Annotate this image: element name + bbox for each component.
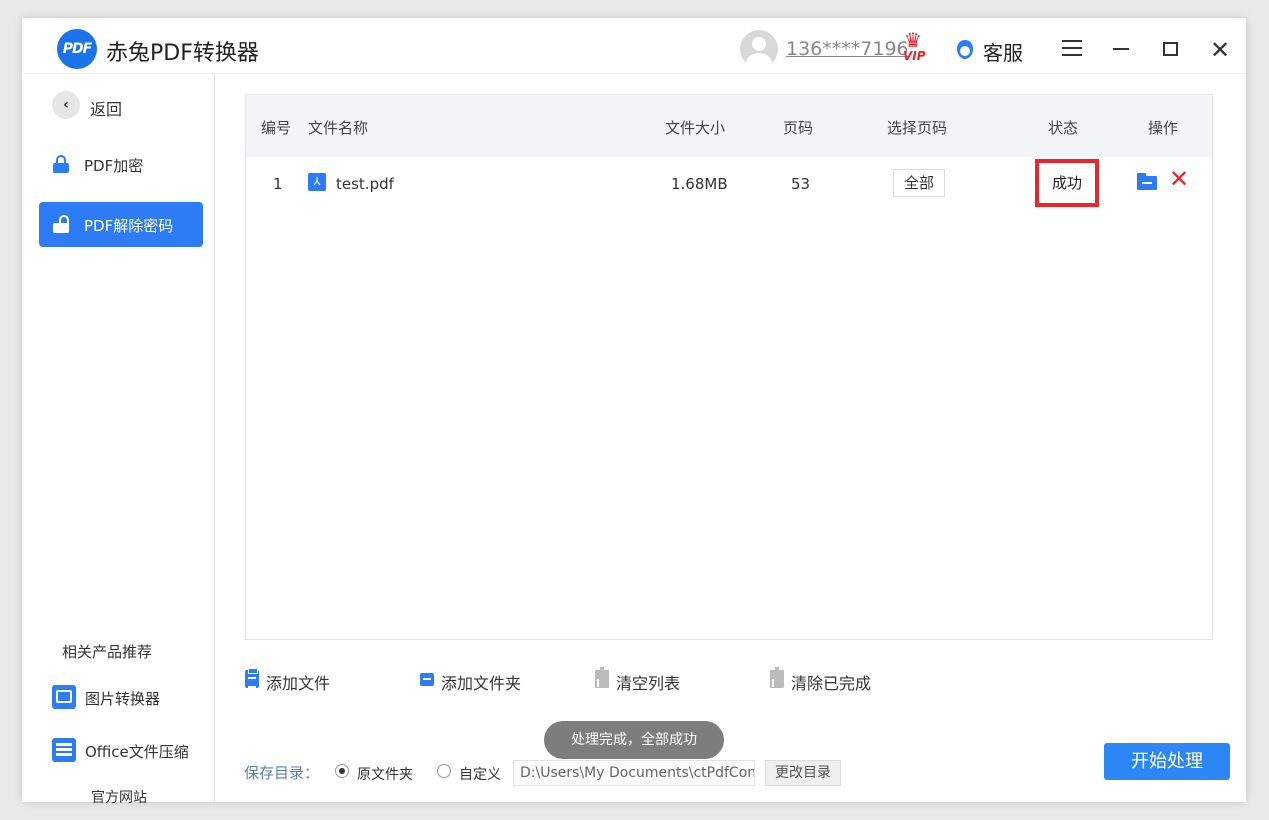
- change-directory-button[interactable]: 更改目录: [765, 760, 841, 786]
- user-account-link[interactable]: 136****7196: [786, 38, 909, 60]
- related-item-label: 图片转换器: [85, 690, 161, 708]
- office-compress-icon: [52, 738, 76, 762]
- maximize-icon[interactable]: [1163, 42, 1178, 56]
- sidebar-item-pdf-encrypt[interactable]: PDF加密: [39, 142, 203, 187]
- unlock-icon: [53, 215, 69, 233]
- customer-service-link[interactable]: 客服: [983, 37, 1023, 66]
- app-window: PDF 赤兔PDF转换器 136****7196 ♛ VIP 客服 ✕ ‹ 返回: [22, 18, 1246, 806]
- add-file-label: 添加文件: [266, 674, 331, 693]
- radio-original-folder[interactable]: [335, 764, 349, 778]
- broom-icon: [595, 667, 611, 688]
- status-badge: 成功: [1035, 159, 1099, 207]
- file-table: 编号 文件名称 文件大小 页码 选择页码 状态 操作 1 ⅄ test.pdf …: [245, 94, 1213, 640]
- page-range-select[interactable]: 全部: [893, 169, 945, 197]
- row-file-name: test.pdf: [336, 175, 394, 193]
- column-header-pages: 页码: [783, 119, 814, 137]
- radio-original-folder-label[interactable]: 原文件夹: [357, 764, 413, 784]
- column-header-name: 文件名称: [308, 119, 369, 137]
- clipboard-icon: [245, 668, 259, 688]
- sidebar-item-label: PDF加密: [84, 157, 144, 175]
- app-logo: PDF: [57, 29, 97, 69]
- sidebar-item-pdf-remove-password[interactable]: PDF解除密码: [39, 202, 203, 247]
- radio-custom-folder-label[interactable]: 自定义: [459, 764, 501, 784]
- clear-list-label: 清空列表: [616, 674, 681, 693]
- minimize-icon[interactable]: [1113, 48, 1129, 50]
- save-path-field[interactable]: D:\Users\My Documents\ctPdfCon: [513, 760, 755, 786]
- sidebar-item-label: PDF解除密码: [84, 217, 174, 235]
- menu-icon[interactable]: [1062, 40, 1082, 56]
- image-converter-icon: [52, 685, 76, 709]
- column-header-page-select: 选择页码: [887, 119, 948, 137]
- folder-icon: [420, 673, 434, 686]
- avatar[interactable]: [740, 30, 778, 68]
- add-folder-label: 添加文件夹: [441, 674, 522, 693]
- radio-custom-folder[interactable]: [437, 764, 451, 778]
- back-label: 返回: [90, 100, 123, 119]
- pdf-file-icon: ⅄: [308, 173, 326, 191]
- vip-crown-icon[interactable]: ♛ VIP: [902, 30, 934, 64]
- column-header-index: 编号: [261, 119, 292, 137]
- clear-completed-label: 清除已完成: [791, 674, 872, 693]
- back-button[interactable]: ‹ 返回: [52, 91, 162, 121]
- row-page-count: 53: [791, 175, 811, 193]
- sidebar: ‹ 返回 PDF加密 PDF解除密码 相关产品推荐 图片转换器 Office文件…: [22, 74, 215, 806]
- title-bar: PDF 赤兔PDF转换器 136****7196 ♛ VIP 客服 ✕: [22, 18, 1246, 74]
- start-process-button[interactable]: 开始处理: [1104, 743, 1230, 780]
- broom-icon: [770, 667, 786, 688]
- column-header-status: 状态: [1048, 119, 1079, 137]
- close-icon[interactable]: ✕: [1210, 38, 1230, 62]
- row-index: 1: [273, 175, 283, 193]
- chevron-left-icon: ‹: [52, 91, 80, 119]
- row-file-size: 1.68MB: [671, 175, 728, 193]
- open-folder-icon[interactable]: [1137, 173, 1157, 190]
- delete-icon[interactable]: ✕: [1169, 167, 1189, 191]
- table-header: 编号 文件名称 文件大小 页码 选择页码 状态 操作: [246, 95, 1212, 157]
- customer-service-icon[interactable]: [956, 40, 974, 60]
- related-products-title: 相关产品推荐: [62, 643, 153, 661]
- official-site-link[interactable]: 官方网站: [91, 787, 147, 807]
- lock-icon: [53, 155, 69, 173]
- related-item-label: Office文件压缩: [85, 743, 189, 761]
- toast-message: 处理完成，全部成功: [544, 721, 724, 759]
- column-header-size: 文件大小: [665, 119, 726, 137]
- column-header-actions: 操作: [1148, 119, 1179, 137]
- save-directory-label: 保存目录：: [244, 764, 320, 782]
- app-title: 赤兔PDF转换器: [106, 41, 259, 66]
